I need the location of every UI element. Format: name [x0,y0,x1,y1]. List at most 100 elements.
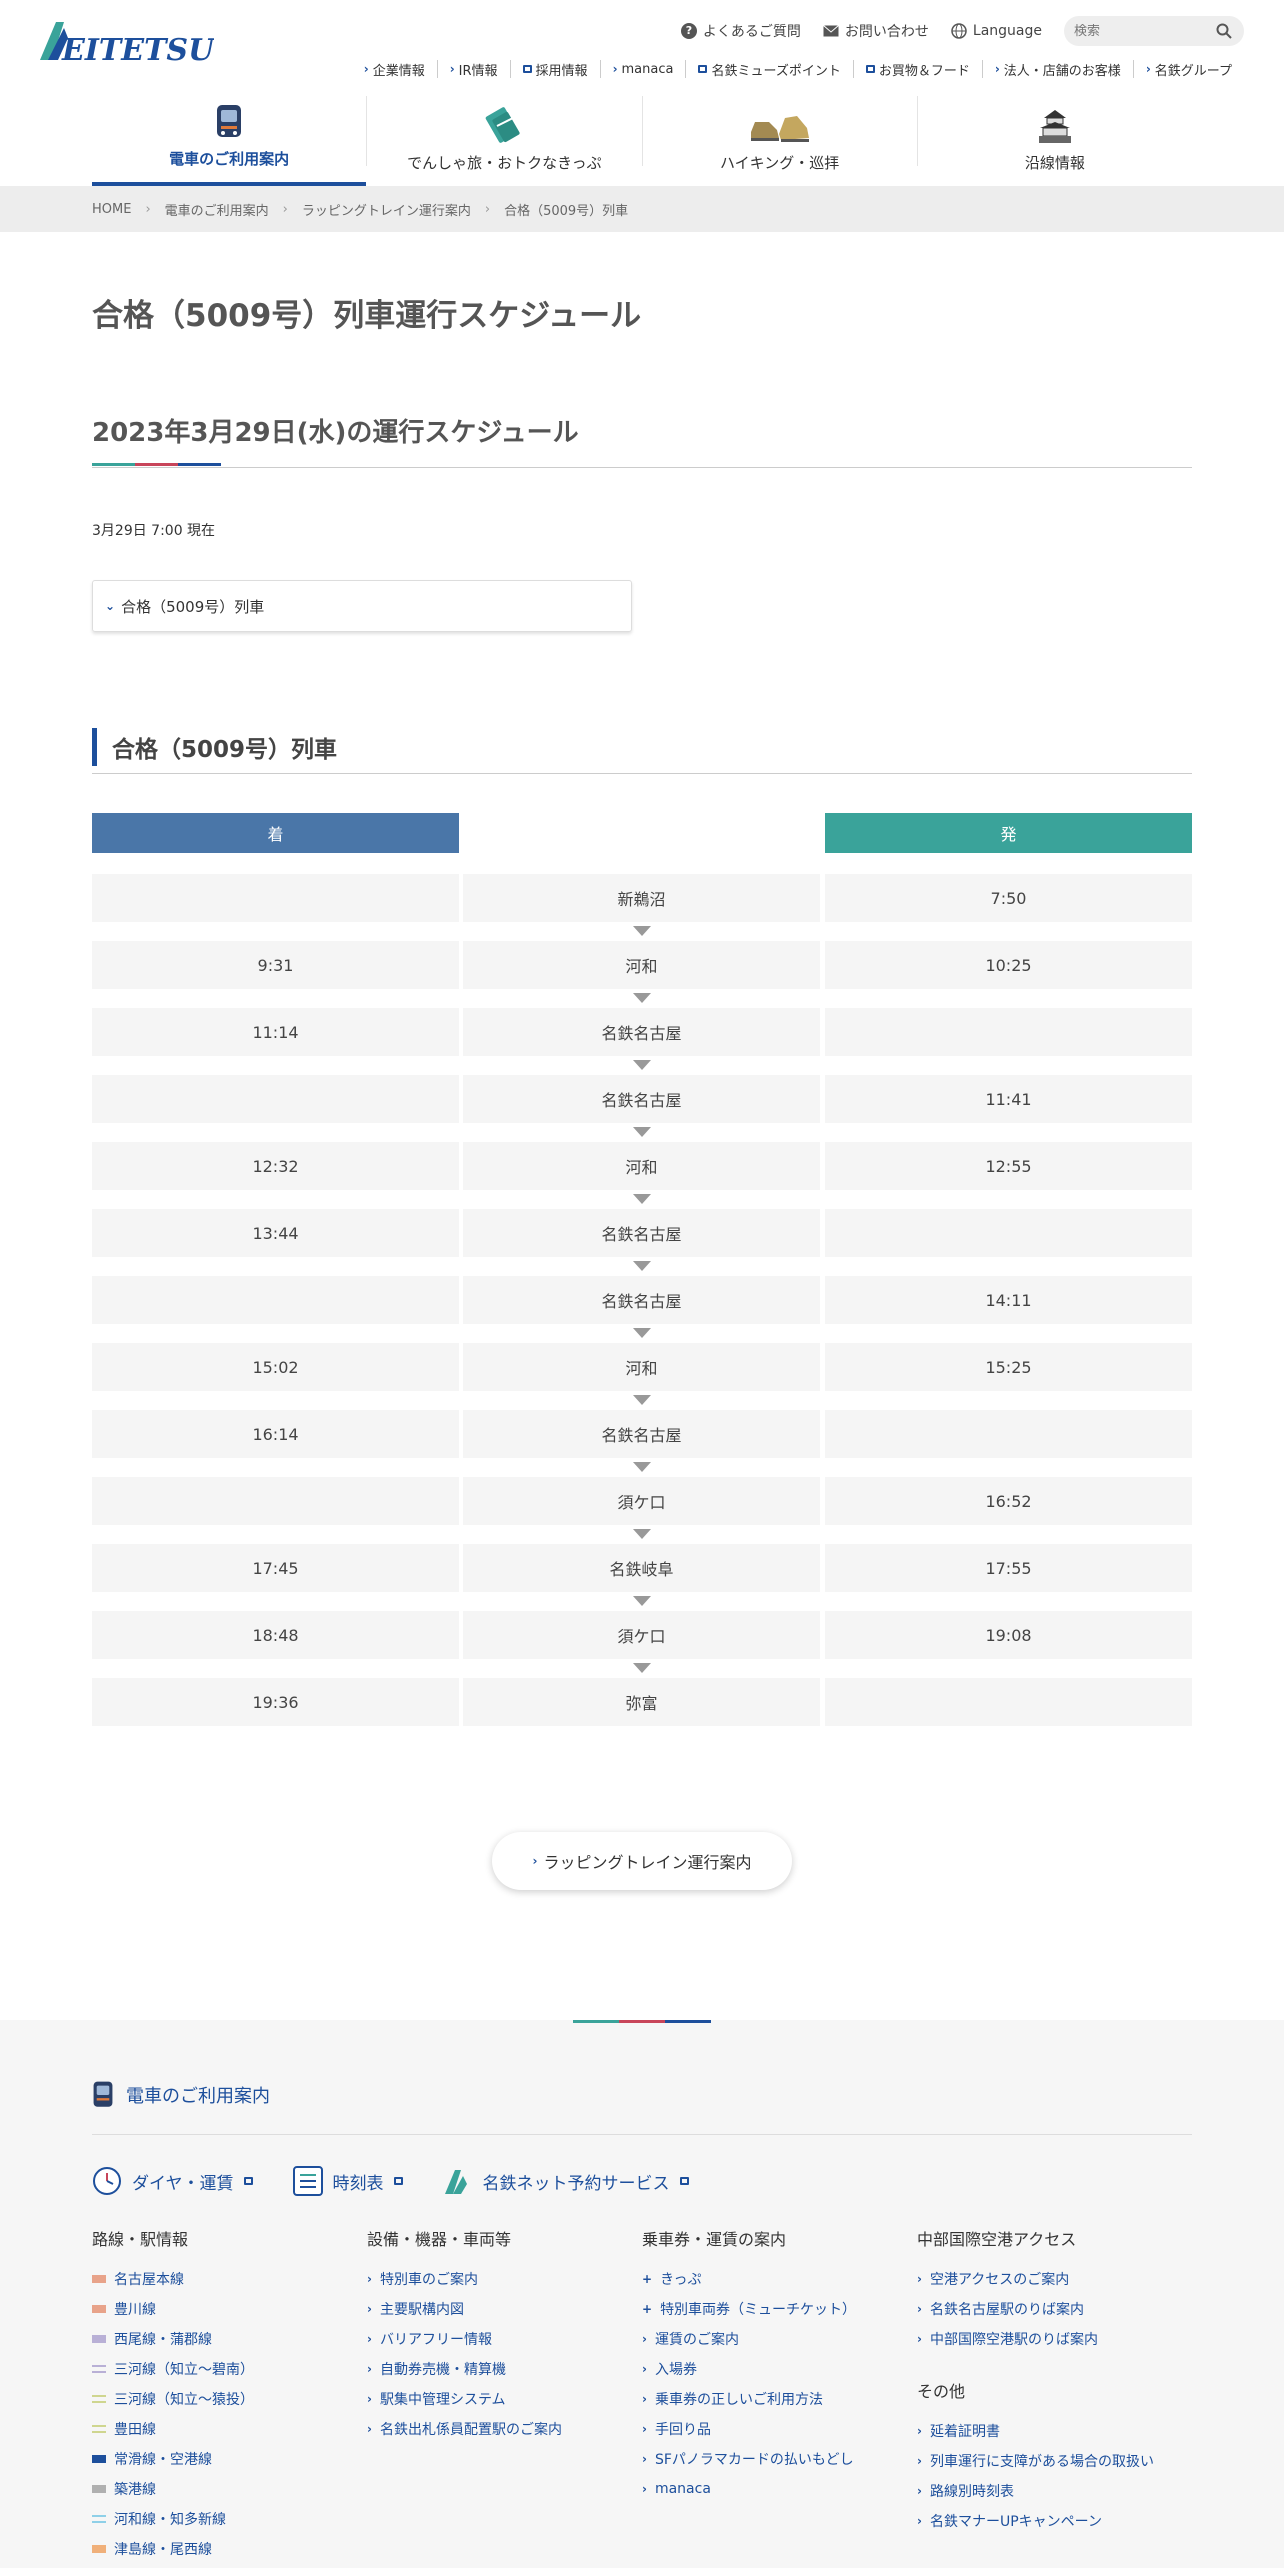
departure-time: 19:08 [825,1611,1192,1659]
footer-link-item[interactable]: › 特別車のご案内 [367,2264,642,2294]
arrival-time: 15:02 [92,1343,459,1391]
down-arrow-icon [633,1462,651,1472]
footer-link-label: 延着証明書 [929,2424,1000,2440]
breadcrumb-train-guide[interactable]: 電車のご利用案内 [165,200,269,219]
footer-link-item[interactable]: 河和線・知多新線 [92,2504,367,2534]
line-color-swatch-icon [92,2275,106,2283]
line-color-swatch-icon [92,2365,106,2373]
footer-link-item[interactable]: 常滑線・空港線 [92,2444,367,2474]
footer-link-item[interactable]: › バリアフリー情報 [367,2324,642,2354]
footer-link-label: 中部国際空港駅のりば案内 [929,2332,1098,2348]
arrival-time [92,1477,459,1525]
line-color-swatch-icon [92,2545,106,2553]
gnav-hiking[interactable]: ハイキング・巡拝 [641,96,917,172]
footer-link-net-reservation[interactable]: 名鉄ネット予約サービス [443,2166,689,2196]
footer-link-item[interactable]: 津島線・尾西線 [92,2534,367,2564]
gnav-trip-tickets[interactable]: でんしゃ旅・おトクなきっぷ [366,96,641,172]
footer-col-heading: その他 [917,2382,966,2401]
footer-link-item[interactable]: + 特別車両券（ミューチケット） [642,2294,917,2324]
footer-link-item[interactable]: › 自動券売機・精算機 [367,2354,642,2384]
breadcrumb-home[interactable]: HOME [92,202,131,217]
footer-link-item[interactable]: › 名鉄マナーUPキャンペーン [917,2506,1192,2536]
footer-link-item[interactable]: › 中部国際空港駅のりば案内 [917,2324,1192,2354]
subnav-business[interactable]: › 法人・店舗のお客様 [981,60,1133,79]
breadcrumb-wrapping-train[interactable]: ラッピングトレイン運行案内 [302,200,471,219]
chevron-right-icon: › [367,2422,372,2436]
footer-link-item[interactable]: 豊田線 [92,2414,367,2444]
sub-nav: › 企業情報 › IR情報 採用情報 › manaca 名鉄ミューズポイント お買物＆… [352,60,1244,79]
heading-accent-bar [92,463,221,466]
station-name: 弥富 [463,1678,820,1726]
departure-time: 17:55 [825,1544,1192,1592]
language-link[interactable]: Language [951,23,1042,39]
footer-link-item[interactable]: 三河線（知立〜碧南） [92,2354,367,2384]
footer-link-timetable-fare[interactable]: ダイヤ・運賃 [92,2166,253,2196]
down-arrow-icon [633,1596,651,1606]
footer-link-item[interactable]: › 乗車券の正しいご利用方法 [642,2384,917,2414]
train-icon [93,2081,113,2107]
footer-link-item[interactable]: 築港線 [92,2474,367,2504]
subnav-corporate[interactable]: › 企業情報 [352,60,437,79]
subnav-recruit[interactable]: 採用情報 [509,60,600,79]
footer-link-item[interactable]: › 主要駅構内図 [367,2294,642,2324]
departure-time: 14:11 [825,1276,1192,1324]
line-color-swatch-icon [92,2515,106,2523]
gnav-area-info[interactable]: 沿線情報 [916,96,1192,172]
station-name: 新鵜沼 [463,874,820,922]
site-footer: 電車のご利用案内 ダイヤ・運賃 時刻表 名鉄ネット予約サービス 路線・駅情報 名… [0,2020,1284,2568]
arrival-time [92,1276,459,1324]
departure-time [825,1410,1192,1458]
subnav-shopping[interactable]: お買物＆フード [852,60,982,79]
footer-link-item[interactable]: › 路線別時刻表 [917,2476,1192,2506]
utility-nav: ? よくあるご質問 お問い合わせ Language [680,16,1244,46]
external-link-icon [865,65,875,73]
footer-link-item[interactable]: › 運賃のご案内 [642,2324,917,2354]
breadcrumb-current: 合格（5009号）列車 [504,203,629,219]
footer-link-item[interactable]: › 手回り品 [642,2414,917,2444]
back-to-wrapping-train-button[interactable]: › ラッピングトレイン運行案内 [492,1832,792,1890]
footer-link-item[interactable]: › 名鉄名古屋駅のりば案内 [917,2294,1192,2324]
footer-link-item[interactable]: › 駅集中管理システム [367,2384,642,2414]
search-input[interactable] [1074,23,1204,39]
footer-title-link[interactable]: 電車のご利用案内 [92,2080,270,2110]
footer-link-timetable[interactable]: 時刻表 [292,2166,403,2196]
footer-link-item[interactable]: › 空港アクセスのご案内 [917,2264,1192,2294]
footer-link-item[interactable]: › 列車運行に支障がある場合の取扱い [917,2446,1192,2476]
gnav-train-guide[interactable]: 電車のご利用案内 [92,92,367,186]
footer-link-label: 運賃のご案内 [654,2332,739,2348]
down-arrow-icon [633,1663,651,1673]
footer-link-item[interactable]: 三河線（知立〜猿投） [92,2384,367,2414]
footer-accent-bar [573,2020,711,2023]
subnav-group[interactable]: › 名鉄グループ [1132,60,1244,79]
footer-link-item[interactable]: + きっぷ [642,2264,917,2294]
meitetsu-logo[interactable]: EITETSU [38,14,214,66]
breadcrumb: HOME › 電車のご利用案内 › ラッピングトレイン運行案内 › 合格（500… [0,186,1284,232]
footer-link-item[interactable]: › SFパノラマカードの払いもどし [642,2444,917,2474]
down-arrow-icon [633,1395,651,1405]
footer-link-item[interactable]: › 延着証明書 [917,2416,1192,2446]
chevron-right-icon: › [917,2302,922,2316]
subnav-muse-point[interactable]: 名鉄ミューズポイント [685,60,852,79]
footer-link-item[interactable]: › manaca [642,2474,917,2504]
plus-icon: + [642,2302,653,2316]
footer-link-item[interactable]: › 名鉄出札係員配置駅のご案内 [367,2414,642,2444]
chevron-right-icon: › [642,2452,647,2466]
footer-link-item[interactable]: 豊川線 [92,2294,367,2324]
chevron-right-icon: › [145,201,151,217]
search-icon[interactable] [1216,23,1232,39]
footer-link-item[interactable]: 名古屋本線 [92,2264,367,2294]
faq-link[interactable]: ? よくあるご質問 [680,21,801,41]
subnav-manaca[interactable]: › manaca [599,60,686,78]
footer-link-item[interactable]: › 入場券 [642,2354,917,2384]
contact-link[interactable]: お問い合わせ [823,21,929,41]
footer-divider [92,2134,1192,2135]
subnav-ir[interactable]: › IR情報 [436,60,510,79]
chevron-right-icon: › [994,62,1000,76]
chevron-right-icon: › [449,62,455,76]
toc-link[interactable]: ⌄ 合格（5009号）列車 [92,580,632,632]
chevron-right-icon: › [1145,62,1151,76]
chevron-down-icon: ⌄ [105,599,116,613]
footer-link-item[interactable]: 西尾線・蒲郡線 [92,2324,367,2354]
table-row: 19:36 弥富 [92,1678,1192,1726]
footer-link-label: 特別車のご案内 [379,2272,478,2288]
